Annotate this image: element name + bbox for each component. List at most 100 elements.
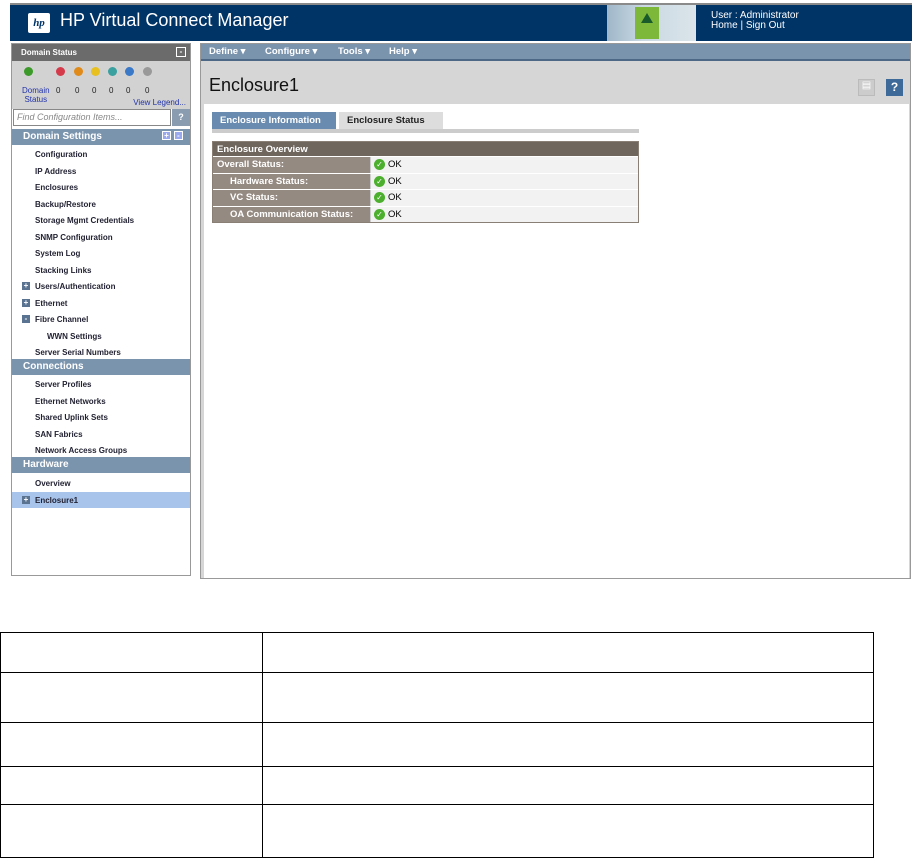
table-row: Hardware Status: ✓ OK	[213, 172, 638, 189]
sidebar-item-network-access-groups[interactable]: Network Access Groups	[12, 442, 190, 458]
collapse-icon[interactable]: -	[22, 315, 30, 323]
hp-logo: hp	[28, 13, 50, 33]
minor-count: 0	[92, 86, 97, 95]
row-value: ✓ OK	[370, 157, 638, 173]
sidebar-item-overview[interactable]: Overview	[12, 475, 190, 491]
domain-status-link[interactable]: Domain Status	[22, 86, 50, 104]
sidebar-item-ethernet-networks[interactable]: Ethernet Networks	[12, 393, 190, 409]
user-info: User : Administrator Home | Sign Out	[711, 11, 799, 31]
sidebar-item-stacking-links[interactable]: Stacking Links	[12, 262, 190, 278]
section-connections[interactable]: Connections	[12, 359, 190, 375]
view-legend-link[interactable]: View Legend...	[133, 98, 186, 107]
sidebar-item-snmp-configuration[interactable]: SNMP Configuration	[12, 229, 190, 245]
status-text: OK	[388, 159, 402, 171]
table-row	[0, 632, 874, 673]
table-row: Overall Status: ✓ OK	[213, 156, 638, 173]
sidebar-item-san-fabrics[interactable]: SAN Fabrics	[12, 426, 190, 442]
sidebar-item-label: Enclosures	[35, 183, 79, 192]
table-cell	[0, 632, 263, 673]
content-area: Enclosure Information Enclosure Status E…	[204, 104, 909, 578]
help-button[interactable]: ?	[886, 79, 903, 96]
row-label: Hardware Status:	[213, 173, 370, 189]
warning-count: 0	[109, 86, 114, 95]
unknown-count: 0	[145, 86, 150, 95]
section-domain-settings[interactable]: Domain Settings + -	[12, 129, 190, 145]
row-value: ✓ OK	[370, 206, 638, 222]
sidebar-item-configuration[interactable]: Configuration	[12, 146, 190, 162]
table-cell	[0, 672, 263, 723]
table-row	[0, 804, 874, 858]
sidebar-item-fibre-channel[interactable]: - Fibre Channel	[12, 311, 190, 327]
label: Domain	[22, 86, 50, 95]
sidebar-item-ip-address[interactable]: IP Address	[12, 163, 190, 179]
sidebar-item-server-profiles[interactable]: Server Profiles	[12, 376, 190, 392]
menu-help[interactable]: Help ▾	[389, 46, 417, 57]
ok-check-icon: ✓	[374, 192, 385, 204]
sidebar-item-wwn-settings[interactable]: WWN Settings	[12, 328, 190, 344]
table-row	[0, 766, 874, 805]
ok-check-icon: ✓	[374, 159, 385, 171]
separator: |	[740, 20, 744, 31]
minor-icon	[91, 67, 100, 76]
print-icon[interactable]: ▤	[858, 79, 875, 96]
table-title: Enclosure Overview	[213, 142, 638, 156]
enclosure-overview-table: Enclosure Overview Overall Status: ✓ OK Har…	[212, 141, 639, 223]
section-hardware[interactable]: Hardware	[12, 457, 190, 473]
info-icon	[125, 67, 134, 76]
menu-tools[interactable]: Tools ▾	[338, 46, 370, 57]
unknown-icon	[143, 67, 152, 76]
table-row: OA Communication Status: ✓ OK	[213, 205, 638, 222]
sidebar-item-label: Users/Authentication	[35, 282, 116, 291]
tab-enclosure-status[interactable]: Enclosure Status	[339, 112, 443, 129]
sidebar-item-storage-mgmt-credentials[interactable]: Storage Mgmt Credentials	[12, 212, 190, 228]
domain-status-header: Domain Status -	[12, 44, 190, 61]
sidebar-item-ethernet[interactable]: + Ethernet	[12, 295, 190, 311]
sidebar-item-label: WWN Settings	[47, 331, 102, 341]
sidebar-item-server-serial-numbers[interactable]: Server Serial Numbers	[12, 344, 190, 360]
domain-status-panel: Domain Status 0 0 0 0 0 0 View Legend...	[12, 61, 190, 109]
ok-check-icon: ✓	[374, 175, 385, 187]
sidebar-item-enclosures[interactable]: Enclosures	[12, 179, 190, 195]
section-title: Domain Settings	[23, 131, 102, 142]
sidebar-item-shared-uplink-sets[interactable]: Shared Uplink Sets	[12, 409, 190, 425]
sidebar-item-label: Shared Uplink Sets	[35, 413, 108, 422]
sidebar-item-system-log[interactable]: System Log	[12, 245, 190, 261]
expand-icon[interactable]: +	[22, 495, 30, 504]
menu-define[interactable]: Define ▾	[209, 46, 245, 57]
table-cell	[0, 804, 263, 858]
search-input[interactable]: Find Configuration Items...	[13, 109, 171, 126]
status-text: OK	[388, 175, 402, 187]
menu-configure[interactable]: Configure ▾	[265, 46, 317, 57]
banner-image	[607, 5, 696, 41]
table-cell	[262, 766, 874, 805]
info-count: 0	[126, 86, 131, 95]
sidebar-item-enclosure1[interactable]: + Enclosure1	[12, 491, 190, 508]
row-value: ✓ OK	[370, 173, 638, 189]
sidebar-item-users-authentication[interactable]: + Users/Authentication	[12, 278, 190, 294]
sidebar-item-label: System Log	[35, 249, 81, 258]
app-title: HP Virtual Connect Manager	[60, 10, 289, 30]
expand-icon[interactable]: +	[22, 298, 30, 307]
sidebar-item-label: Enclosure1	[35, 495, 79, 505]
sign-out-link[interactable]: Sign Out	[746, 20, 785, 31]
search-help-button[interactable]: ?	[172, 109, 190, 126]
expand-all-button[interactable]: +	[162, 131, 171, 140]
collapse-button[interactable]: -	[176, 47, 186, 57]
label: Status	[24, 95, 48, 104]
row-label: VC Status:	[213, 190, 370, 206]
sidebar-item-label: Server Serial Numbers	[35, 348, 121, 357]
expand-icon[interactable]: +	[22, 282, 30, 290]
status-text: OK	[388, 192, 402, 204]
collapse-all-button[interactable]: -	[174, 131, 183, 140]
sidebar-item-label: SNMP Configuration	[35, 232, 113, 242]
sidebar-item-backup-restore[interactable]: Backup/Restore	[12, 196, 190, 212]
critical-count: 0	[56, 86, 61, 95]
home-link[interactable]: Home	[711, 20, 738, 31]
menu-bar: Define ▾ Configure ▾ Tools ▾ Help ▾	[201, 44, 910, 61]
ok-check-icon: ✓	[374, 208, 385, 220]
row-label: Overall Status:	[213, 157, 370, 173]
tab-enclosure-information[interactable]: Enclosure Information	[212, 112, 336, 129]
table-cell	[262, 672, 874, 723]
row-label: OA Communication Status:	[213, 206, 370, 222]
table-cell	[262, 722, 874, 767]
